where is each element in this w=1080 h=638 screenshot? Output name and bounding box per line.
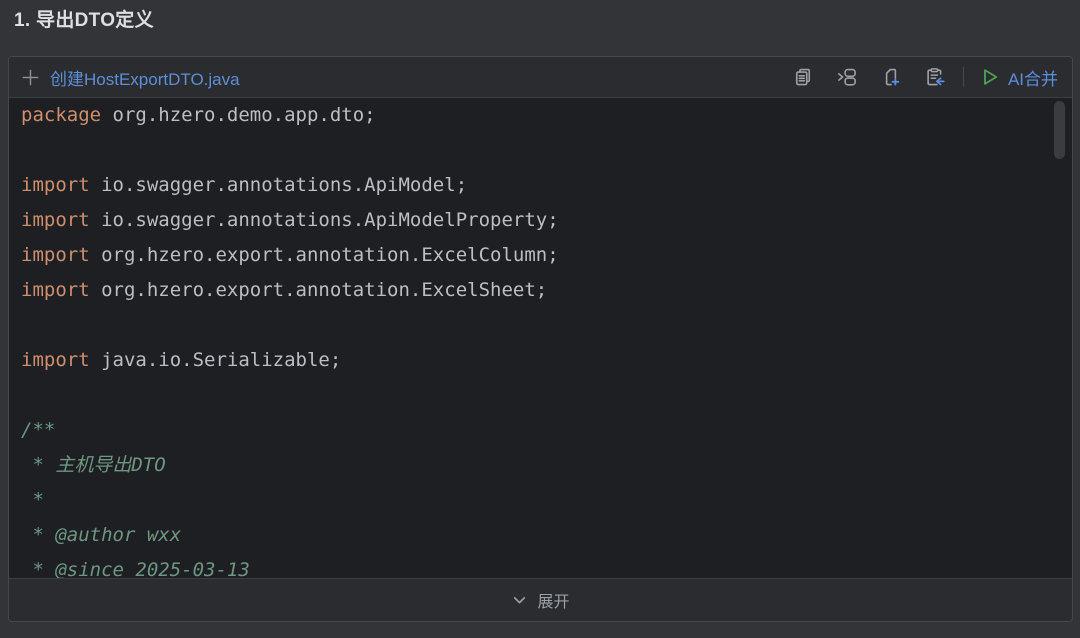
expand-bar[interactable]: 展开 xyxy=(9,578,1072,621)
compare-icon[interactable] xyxy=(837,67,857,87)
code-line: package org.hzero.demo.app.dto; xyxy=(21,98,1072,133)
plus-icon xyxy=(21,68,40,87)
chevron-down-icon xyxy=(511,592,528,609)
code-line: * @since 2025-03-13 xyxy=(21,553,1072,578)
code-line: import org.hzero.export.annotation.Excel… xyxy=(21,238,1072,273)
code-lines: package org.hzero.demo.app.dto; import i… xyxy=(21,98,1072,578)
code-block-panel: 创建HostExportDTO.java xyxy=(8,56,1073,622)
ai-merge-label: AI合并 xyxy=(1008,65,1058,90)
play-icon xyxy=(980,67,1000,87)
code-line: import io.swagger.annotations.ApiModel; xyxy=(21,168,1072,203)
code-line: import io.swagger.annotations.ApiModelPr… xyxy=(21,203,1072,238)
code-line: * 主机导出DTO xyxy=(21,448,1072,483)
code-line: * @author wxx xyxy=(21,518,1072,553)
toolbar-separator xyxy=(963,67,964,87)
filename-link[interactable]: 创建HostExportDTO.java xyxy=(50,65,240,90)
insert-icon[interactable] xyxy=(925,67,945,87)
code-block-header: 创建HostExportDTO.java xyxy=(9,57,1072,98)
scrollbar-thumb[interactable] xyxy=(1054,101,1065,159)
code-area: package org.hzero.demo.app.dto; import i… xyxy=(9,98,1072,578)
new-file-icon[interactable] xyxy=(881,67,901,87)
page-heading: 1. 导出DTO定义 xyxy=(14,5,154,32)
code-line xyxy=(21,133,1072,168)
code-line: * xyxy=(21,483,1072,518)
code-line: import org.hzero.export.annotation.Excel… xyxy=(21,273,1072,308)
code-line xyxy=(21,308,1072,343)
code-line: import java.io.Serializable; xyxy=(21,343,1072,378)
copy-icon[interactable] xyxy=(793,67,813,87)
expand-label: 展开 xyxy=(537,588,569,612)
code-line xyxy=(21,378,1072,413)
code-line: /** xyxy=(21,413,1072,448)
ai-merge-button[interactable]: AI合并 xyxy=(980,65,1058,90)
